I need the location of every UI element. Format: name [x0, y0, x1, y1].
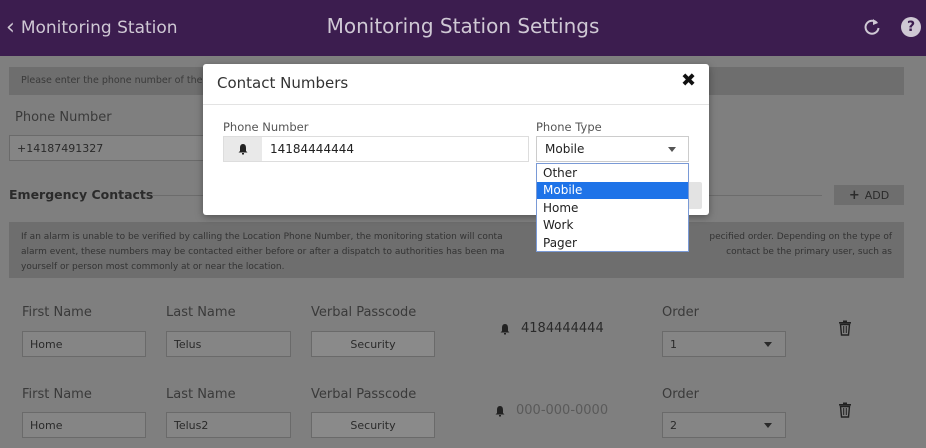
- option-work[interactable]: Work: [537, 217, 688, 235]
- add-contact-button[interactable]: + ADD: [834, 185, 904, 205]
- location-phone-input[interactable]: +14187491327: [9, 135, 209, 161]
- phone-type-select[interactable]: Mobile: [536, 136, 689, 162]
- first-name-input[interactable]: Home: [22, 412, 146, 438]
- option-pager[interactable]: Pager: [537, 234, 688, 252]
- caret-down-icon: [668, 146, 676, 152]
- phone-type-value: Mobile: [545, 142, 585, 156]
- page-title: Monitoring Station Settings: [326, 14, 600, 38]
- modal-title: Contact Numbers: [217, 74, 349, 92]
- close-icon[interactable]: ✖: [681, 70, 696, 91]
- description-line: alarm event, these numbers may be contac…: [21, 247, 505, 257]
- modal-divider: [203, 104, 709, 105]
- order-select[interactable]: 2: [662, 412, 786, 438]
- last-name-input[interactable]: Telus2: [166, 412, 291, 438]
- verbal-passcode-label: Verbal Passcode: [311, 305, 417, 320]
- bell-addon: [224, 137, 262, 161]
- first-name-label: First Name: [22, 305, 92, 320]
- order-label: Order: [662, 305, 699, 320]
- phone-number-label: Phone Number: [223, 120, 309, 134]
- phone-number-field: [223, 136, 529, 162]
- contact-phone[interactable]: 4184444444: [499, 321, 604, 336]
- option-home[interactable]: Home: [537, 199, 688, 217]
- modal-action-button[interactable]: [688, 182, 702, 209]
- order-value: 1: [670, 337, 677, 351]
- order-select[interactable]: 1: [662, 331, 786, 357]
- last-name-label: Last Name: [166, 305, 236, 320]
- caret-down-icon: [764, 341, 772, 347]
- order-label: Order: [662, 387, 699, 402]
- trash-icon[interactable]: [838, 402, 852, 418]
- trash-icon[interactable]: [838, 320, 852, 336]
- plus-icon: +: [848, 187, 860, 203]
- verbal-passcode-label: Verbal Passcode: [311, 387, 417, 402]
- last-name-input[interactable]: Telus: [166, 331, 291, 357]
- emergency-contacts-title: Emergency Contacts: [9, 187, 154, 202]
- emergency-description: If an alarm is unable to be verified by …: [9, 222, 904, 278]
- contact-phone-placeholder: 000-000-0000: [516, 403, 609, 418]
- first-name-label: First Name: [22, 387, 92, 402]
- option-mobile[interactable]: Mobile: [537, 181, 688, 199]
- contact-phone-value: 4184444444: [521, 321, 604, 336]
- verbal-passcode-button[interactable]: Security: [311, 331, 435, 357]
- refresh-icon[interactable]: [862, 17, 882, 37]
- phone-type-label: Phone Type: [536, 120, 602, 134]
- phone-type-dropdown: Other Mobile Home Work Pager: [536, 163, 689, 252]
- last-name-label: Last Name: [166, 387, 236, 402]
- caret-down-icon: [764, 422, 772, 428]
- bell-icon: [238, 144, 248, 155]
- phone-number-label: Phone Number: [15, 110, 112, 125]
- order-value: 2: [670, 418, 677, 432]
- add-label: ADD: [864, 188, 890, 202]
- description-line: pecified order. Depending on the type of: [709, 232, 892, 242]
- bell-icon: [500, 323, 510, 334]
- description-line: contact be the primary user, such as: [726, 247, 892, 257]
- bell-icon: [495, 405, 505, 416]
- phone-number-input[interactable]: [262, 137, 528, 161]
- option-other[interactable]: Other: [537, 164, 688, 182]
- description-line: yourself or person most commonly at or n…: [21, 262, 285, 272]
- first-name-input[interactable]: Home: [22, 331, 146, 357]
- contact-phone[interactable]: 000-000-0000: [494, 403, 608, 418]
- app-header: ‹ Monitoring Station Monitoring Station …: [0, 0, 926, 56]
- help-icon[interactable]: ?: [901, 17, 921, 37]
- verbal-passcode-button[interactable]: Security: [311, 412, 435, 438]
- description-line: If an alarm is unable to be verified by …: [21, 232, 503, 242]
